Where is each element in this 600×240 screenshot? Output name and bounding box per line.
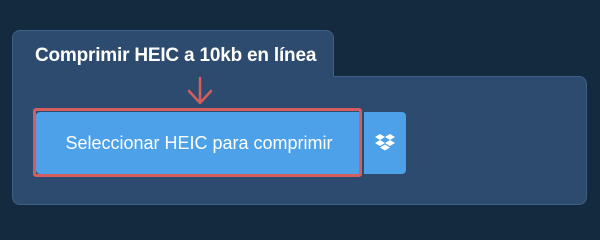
dropbox-icon	[375, 134, 395, 151]
card-title: Comprimir HEIC a 10kb en línea	[35, 45, 317, 66]
select-heic-button-label: Seleccionar HEIC para comprimir	[65, 132, 333, 153]
arrow-down-icon	[187, 76, 213, 105]
upload-button-group: Seleccionar HEIC para comprimir	[36, 112, 406, 174]
card-tab-join	[13, 70, 333, 82]
dropbox-button[interactable]	[364, 112, 406, 174]
select-heic-button[interactable]: Seleccionar HEIC para comprimir	[36, 112, 362, 174]
